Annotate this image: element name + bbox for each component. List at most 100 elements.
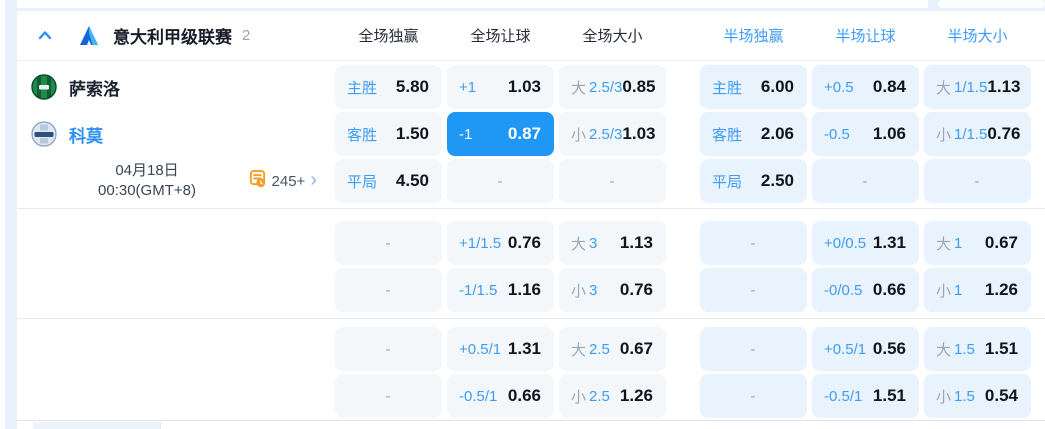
odds-cell[interactable]: -0.5 1.06 — [812, 112, 919, 156]
odds-cell[interactable]: +1/1.5 0.76 — [447, 221, 554, 265]
odds-cell[interactable]: 大 3 1.13 — [559, 221, 666, 265]
odds-val: 0.76 — [507, 233, 541, 252]
odds-cell[interactable]: 大 2.5 0.67 — [559, 327, 666, 371]
col-header-fulltime-handicap: 全场让球 — [470, 28, 531, 45]
odds-section-main: 萨索洛 科莫 04月18日 00:30(GMT+8) 245+ › 主胜 5.8… — [17, 61, 1045, 209]
away-team-name: 科莫 — [69, 126, 103, 146]
odds-cell[interactable]: 小 3 0.76 — [559, 268, 666, 312]
league-match-count: 2 — [242, 27, 251, 44]
match-date: 04月18日 — [115, 162, 179, 179]
odds-cell-empty: - — [812, 159, 919, 203]
odds-val: 1.13 — [987, 77, 1021, 96]
odds-val: 1.51 — [872, 386, 906, 405]
odds-cell[interactable]: 平局 4.50 — [335, 159, 442, 203]
league-logo-icon — [77, 24, 101, 48]
col-header-fulltime-overunder: 全场大小 — [582, 28, 643, 45]
top-gap — [17, 0, 1045, 11]
odds-line: 3 — [589, 281, 598, 299]
odds-cell[interactable]: 客胜 1.50 — [335, 112, 442, 156]
odds-cell[interactable]: 小 1 1.26 — [924, 268, 1031, 312]
odds-line: 2.5 — [589, 387, 610, 405]
odds-cell[interactable]: 主胜 5.80 — [335, 65, 442, 109]
odds-cell[interactable]: -0.5/1 0.66 — [447, 374, 554, 418]
odds-val: 1.26 — [984, 280, 1018, 299]
odds-side: 小 — [571, 126, 587, 144]
odds-line: 1/1.5 — [954, 125, 988, 143]
odds-line: 2.5/3 — [589, 125, 623, 143]
next-section-edge — [17, 422, 1045, 429]
odds-val: 1.26 — [619, 386, 653, 405]
odds-side: 大 — [571, 235, 587, 253]
odds-side: 大 — [571, 79, 587, 97]
odds-cell[interactable]: -0.5/1 1.51 — [812, 374, 919, 418]
odds-cell[interactable]: 小 1/1.5 0.76 — [924, 112, 1031, 156]
odds-rows-alt2: - +0.5/1 1.31 大 2.5 0.67- +0.5/1 0.56 大 1.5 1.51- -… — [335, 319, 1045, 420]
odds-val: 1.31 — [507, 339, 541, 358]
odds-cell-empty: - — [335, 221, 442, 265]
odds-lbl: 平局 — [712, 173, 743, 191]
odds-side: 大 — [571, 341, 587, 359]
odds-cell-empty: - — [700, 374, 807, 418]
odds-cell[interactable]: +0.5/1 1.31 — [447, 327, 554, 371]
more-markets-link[interactable]: 245+ › — [248, 159, 317, 203]
odds-val: 0.56 — [872, 339, 906, 358]
home-team-logo-icon — [31, 74, 57, 100]
odds-val: 5.80 — [395, 77, 429, 96]
odds-cell[interactable]: 主胜 6.00 — [700, 65, 807, 109]
odds-cell[interactable]: 小 2.5/3 1.03 — [559, 112, 666, 156]
odds-cell-empty: - — [447, 159, 554, 203]
match-time: 00:30(GMT+8) — [98, 182, 196, 199]
odds-val: 0.76 — [619, 280, 653, 299]
card-header: 意大利甲级联赛 2 全场独赢 全场让球 全场大小 半场独赢 半场让球 半场大小 — [17, 11, 1045, 61]
odds-row: - +1/1.5 0.76 大 3 1.13- +0/0.5 1.31 大 1 0.67 — [335, 221, 1045, 265]
home-team-row[interactable]: 萨索洛 — [31, 65, 120, 109]
odds-cell[interactable]: +0.5 0.84 — [812, 65, 919, 109]
match-meta-row: 04月18日 00:30(GMT+8) 245+ › — [17, 159, 335, 203]
previous-card-edge — [17, 0, 928, 8]
odds-row: - -0.5/1 0.66 小 2.5 1.26- -0.5/1 1.51 小 1.5 0.54 — [335, 374, 1045, 418]
odds-side: 小 — [936, 126, 952, 144]
odds-lbl: 客胜 — [347, 126, 378, 144]
odds-cell-empty: - — [924, 159, 1031, 203]
odds-val: 2.06 — [760, 124, 794, 143]
odds-val: 1.50 — [395, 124, 429, 143]
league-block[interactable]: 意大利甲级联赛 2 — [17, 11, 250, 60]
odds-cell[interactable]: +0/0.5 1.31 — [812, 221, 919, 265]
odds-cell[interactable]: 大 1/1.5 1.13 — [924, 65, 1031, 109]
markets-count: 245+ — [271, 172, 306, 190]
odds-cell-empty: - — [335, 268, 442, 312]
odds-cell[interactable]: 客胜 2.06 — [700, 112, 807, 156]
odds-row: 平局 4.50- - 平局 2.50- - — [335, 159, 1045, 203]
match-info: 萨索洛 科莫 04月18日 00:30(GMT+8) 245+ › — [17, 61, 335, 208]
odds-val: 1.31 — [872, 233, 906, 252]
match-datetime: 04月18日 00:30(GMT+8) — [37, 161, 257, 201]
league-title: 意大利甲级联赛 — [113, 28, 232, 47]
odds-cell-empty: - — [335, 374, 442, 418]
page-left-gutter — [5, 0, 17, 429]
odds-val: 0.66 — [507, 386, 541, 405]
away-team-row[interactable]: 科莫 — [31, 112, 103, 156]
odds-cell[interactable]: 小 2.5 1.26 — [559, 374, 666, 418]
odds-cell[interactable]: -1/1.5 1.16 — [447, 268, 554, 312]
odds-cell[interactable]: 大 2.5/3 0.85 — [559, 65, 666, 109]
odds-cell[interactable]: 平局 2.50 — [700, 159, 807, 203]
chevron-right-icon: › — [310, 169, 317, 191]
odds-rows-main: 主胜 5.80 +1 1.03 大 2.5/3 0.85 主胜 6.00 +0.5 0.84 大 1/1… — [335, 61, 1045, 208]
odds-cell[interactable]: 小 1.5 0.54 — [924, 374, 1031, 418]
odds-cell[interactable]: +0.5/1 0.56 — [812, 327, 919, 371]
odds-cell[interactable]: 大 1.5 1.51 — [924, 327, 1031, 371]
odds-line: +1/1.5 — [459, 234, 502, 252]
odds-val: 6.00 — [760, 77, 794, 96]
odds-cell[interactable]: -1 0.87 — [447, 112, 554, 156]
odds-val: 0.66 — [872, 280, 906, 299]
odds-val: 1.13 — [619, 233, 653, 252]
odds-side: 小 — [571, 388, 587, 406]
odds-line: +0.5 — [824, 78, 854, 96]
odds-cell[interactable]: +1 1.03 — [447, 65, 554, 109]
odds-cell[interactable]: -0/0.5 0.66 — [812, 268, 919, 312]
odds-row: - +0.5/1 1.31 大 2.5 0.67- +0.5/1 0.56 大 1.5 1.51 — [335, 327, 1045, 371]
collapse-chevron-up-icon[interactable] — [37, 28, 53, 44]
market-column-headers: 全场独赢 全场让球 全场大小 半场独赢 半场让球 半场大小 — [335, 11, 1045, 60]
odds-line: 2.5/3 — [589, 78, 623, 96]
odds-cell[interactable]: 大 1 0.67 — [924, 221, 1031, 265]
